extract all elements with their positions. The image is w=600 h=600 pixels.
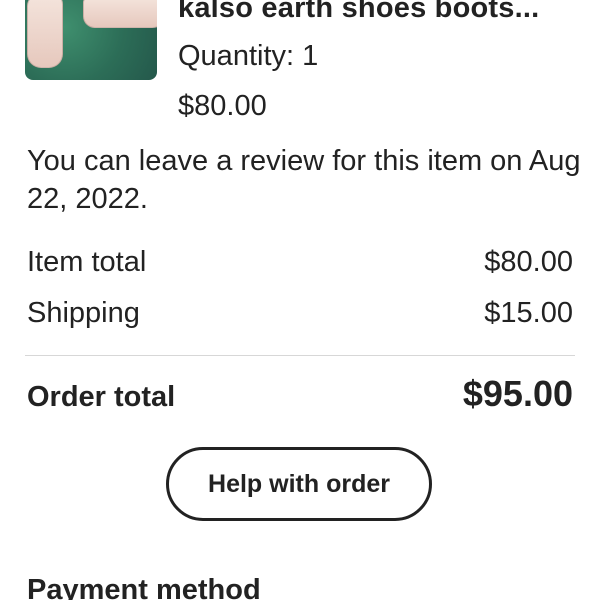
summary-amount-item-total: $80.00 (484, 246, 573, 278)
summary-label-shipping: Shipping (27, 297, 140, 329)
summary-amount-order-total: $95.00 (462, 373, 573, 414)
shoe-image-right (83, 0, 157, 28)
order-item-price: $80.00 (178, 90, 267, 122)
summary-amount-shipping: $15.00 (484, 297, 573, 329)
summary-divider (25, 355, 575, 356)
summary-row-order-total: Order total $95.00 (27, 373, 573, 415)
help-with-order-button[interactable]: Help with order (166, 447, 432, 521)
summary-label-order-total: Order total (27, 381, 176, 413)
summary-label-item-total: Item total (27, 246, 147, 278)
review-availability-note: You can leave a review for this item on … (27, 145, 581, 215)
summary-row-shipping: Shipping $15.00 (27, 297, 573, 330)
shoe-image-left (27, 0, 63, 68)
summary-row-item-total: Item total $80.00 (27, 246, 573, 279)
order-item-quantity: Quantity: 1 (178, 40, 319, 72)
order-item-title[interactable]: kalso earth shoes boots... (178, 0, 539, 25)
payment-method-heading: Payment method (27, 574, 261, 600)
order-item-thumbnail[interactable] (25, 0, 157, 80)
